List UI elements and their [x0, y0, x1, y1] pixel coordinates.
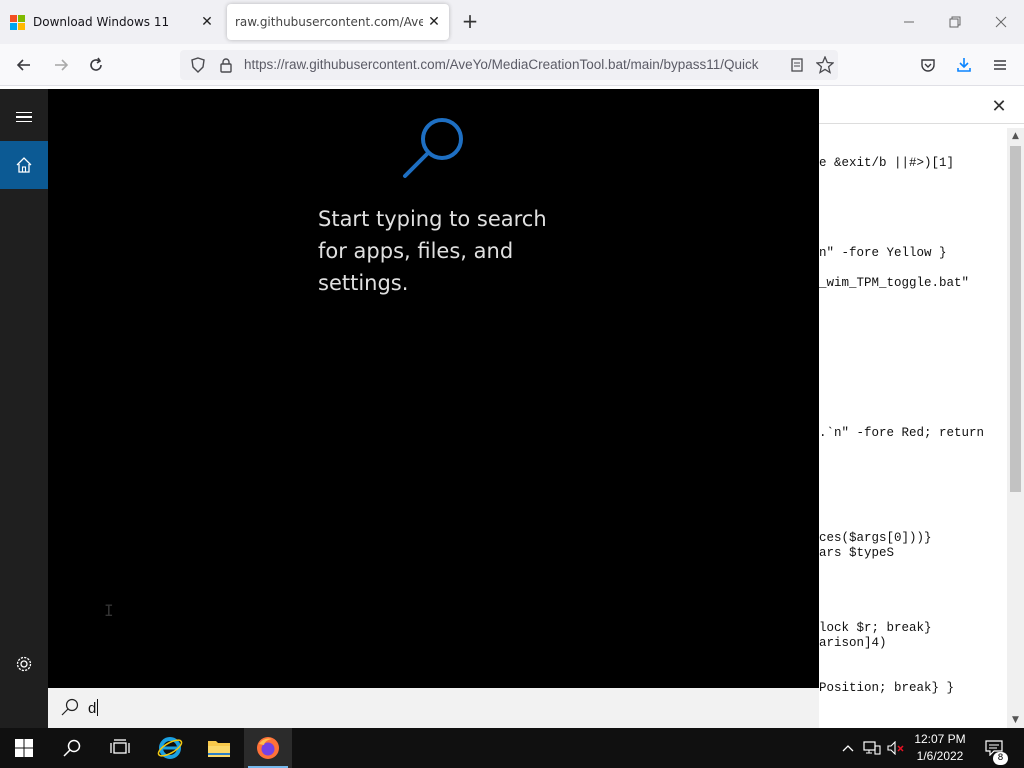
start-search-box[interactable]: d — [48, 688, 819, 728]
download-icon — [957, 58, 971, 72]
address-bar[interactable]: https://raw.githubusercontent.com/AveYo/… — [180, 50, 838, 80]
reader-view-icon[interactable] — [787, 55, 807, 75]
tab-close-icon[interactable]: ✕ — [423, 11, 445, 33]
code-line: Position; break} } — [819, 681, 955, 695]
task-view-button[interactable] — [96, 728, 144, 768]
firefox-button[interactable] — [244, 728, 292, 768]
internet-explorer-button[interactable] — [146, 728, 194, 768]
expand-menu-button[interactable] — [0, 93, 48, 141]
restore-icon — [949, 16, 961, 28]
tab-raw-github[interactable]: raw.githubusercontent.com/AveYo ✕ — [227, 4, 449, 40]
code-line: lock $r; break} — [819, 621, 932, 635]
search-magnifier-icon — [403, 118, 463, 178]
start-button[interactable] — [0, 728, 48, 768]
start-search-panel: Start typing to search for apps, files, … — [0, 89, 819, 728]
home-icon — [16, 157, 32, 173]
close-icon — [995, 16, 1007, 28]
pocket-icon — [921, 59, 935, 72]
maximize-button[interactable] — [932, 8, 978, 36]
code-line: ces($args[0]))} — [819, 531, 932, 545]
hamburger-menu-icon — [994, 60, 1006, 70]
clock-date: 1/6/2022 — [916, 749, 964, 763]
scroll-up-icon[interactable]: ▲ — [1007, 128, 1024, 144]
minimize-button[interactable] — [886, 8, 932, 36]
code-line: ars $typeS — [819, 546, 895, 560]
search-icon — [61, 698, 79, 716]
reload-icon — [90, 57, 102, 71]
search-query-input[interactable]: d — [88, 699, 99, 717]
desktop: Download Windows 11 ✕ raw.githubusercont… — [0, 0, 1024, 768]
shield-icon[interactable] — [188, 55, 208, 75]
volume-muted-icon[interactable] — [886, 738, 906, 758]
home-button[interactable] — [0, 141, 48, 189]
close-window-button[interactable] — [978, 8, 1024, 36]
code-line: arison]4) — [819, 636, 887, 650]
taskbar-search-button[interactable] — [48, 728, 96, 768]
browser-tab-strip: Download Windows 11 ✕ raw.githubusercont… — [0, 0, 1024, 44]
new-tab-button[interactable]: + — [458, 10, 482, 34]
network-icon[interactable] — [862, 738, 882, 758]
browser-nav-bar: https://raw.githubusercontent.com/AveYo/… — [0, 44, 1024, 86]
clock-time: 12:07 PM — [914, 732, 966, 746]
tab-close-icon[interactable]: ✕ — [196, 11, 218, 33]
ibeam-cursor-icon: I — [104, 601, 114, 620]
notification-count-badge: 8 — [993, 752, 1008, 765]
folder-icon — [208, 741, 230, 757]
task-view-icon — [110, 739, 130, 754]
code-line: e &exit/b ||#>)[1] — [819, 156, 955, 170]
show-hidden-icons-icon[interactable] — [838, 738, 858, 758]
gear-icon — [16, 656, 32, 672]
app-menu-button[interactable] — [986, 52, 1014, 78]
search-hint-text: Start typing to search for apps, files, … — [318, 207, 547, 295]
lock-icon[interactable] — [216, 55, 236, 75]
forward-button[interactable] — [47, 52, 75, 78]
close-bar-icon[interactable]: ✕ — [988, 96, 1010, 118]
taskbar: 12:07 PM 1/6/2022 8 — [0, 728, 1024, 768]
bookmark-star-icon[interactable] — [815, 55, 835, 75]
back-arrow-icon — [16, 59, 30, 71]
page-info-bar: ✕ — [819, 88, 1024, 124]
file-explorer-button[interactable] — [195, 728, 243, 768]
windows-logo-icon — [15, 739, 33, 757]
search-query-text: d — [88, 700, 97, 717]
internet-explorer-icon — [157, 737, 183, 759]
tab-title: Download Windows 11 — [33, 15, 170, 29]
forward-arrow-icon — [55, 59, 69, 71]
reload-button[interactable] — [82, 52, 110, 78]
system-clock[interactable]: 12:07 PM 1/6/2022 — [905, 731, 975, 765]
tab-download-windows-11[interactable]: Download Windows 11 ✕ — [0, 4, 222, 40]
back-button[interactable] — [10, 52, 38, 78]
hamburger-icon — [16, 109, 32, 126]
microsoft-logo-icon — [10, 14, 25, 30]
downloads-button[interactable] — [950, 52, 978, 78]
firefox-icon — [257, 737, 279, 759]
page-scrollbar[interactable]: ▲ ▼ — [1007, 128, 1024, 728]
pocket-button[interactable] — [914, 52, 942, 78]
text-caret — [97, 699, 99, 716]
minimize-icon — [904, 21, 914, 23]
tab-title: raw.githubusercontent.com/AveYo — [235, 15, 423, 29]
code-line: n" -fore Yellow } — [819, 246, 947, 260]
start-side-rail — [0, 89, 48, 728]
code-line: _wim_TPM_toggle.bat" — [819, 276, 970, 290]
scroll-thumb[interactable] — [1010, 146, 1021, 492]
settings-button[interactable] — [0, 640, 48, 688]
scroll-down-icon[interactable]: ▼ — [1007, 712, 1024, 728]
code-line: .`n" -fore Red; return — [819, 426, 985, 440]
search-icon — [63, 739, 81, 757]
url-text[interactable]: https://raw.githubusercontent.com/AveYo/… — [244, 57, 780, 72]
